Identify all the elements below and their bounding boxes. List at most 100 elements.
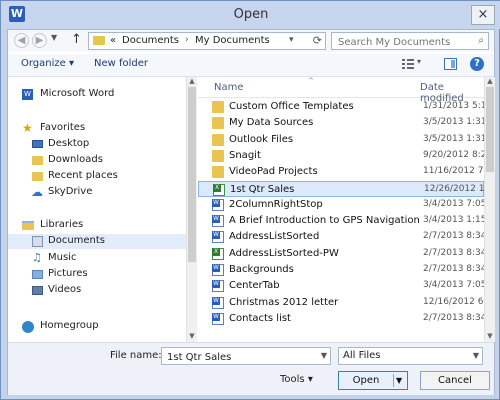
command-toolbar: Organize ▾ New folder ▾ ? <box>8 54 494 77</box>
forward-button[interactable]: ▶ <box>32 33 47 48</box>
folder-icon <box>212 166 224 179</box>
cloud-icon: ☁ <box>31 185 43 199</box>
nav-item-pictures[interactable]: Pictures <box>8 267 186 282</box>
search-icon[interactable]: ⌕ <box>478 35 484 46</box>
nav-label: Microsoft Word <box>40 88 115 99</box>
column-header: ^ Name Date modified <box>198 77 484 104</box>
nav-item-libraries[interactable]: Libraries <box>8 218 186 233</box>
file-name: Outlook Files <box>229 133 294 145</box>
breadcrumb-separator-icon[interactable]: › <box>185 35 189 45</box>
file-row[interactable]: 2ColumnRightStop 3/4/2013 7:05 PM <box>198 197 484 213</box>
title-bar: W Open × <box>1 1 500 29</box>
nav-item-favorites[interactable]: ★ Favorites <box>8 121 186 136</box>
file-date-modified: 12/16/2012 6:06 PM <box>423 296 484 307</box>
excel-file-icon <box>213 183 225 196</box>
nav-item-recent-places[interactable]: Recent places <box>8 169 186 184</box>
new-folder-button[interactable]: New folder <box>94 58 148 69</box>
file-row[interactable]: Backgrounds 2/7/2013 8:34 PM <box>198 262 484 278</box>
address-row: ◀ ▶ ▼ ↑ « Documents › My Documents ▾ ⟳ ⌕ <box>8 30 494 52</box>
filename-label: File name: <box>110 350 162 361</box>
filename-combobox[interactable]: ▼ <box>161 347 331 365</box>
scrollbar-thumb[interactable] <box>486 87 494 172</box>
file-row[interactable]: AddressListSorted 2/7/2013 8:34 PM <box>198 229 484 245</box>
scroll-up-icon[interactable]: ▲ <box>187 77 197 86</box>
breadcrumb-documents[interactable]: Documents <box>122 35 179 46</box>
file-date-modified: 9/20/2012 8:23 PM <box>423 149 484 160</box>
file-date-modified: 2/7/2013 8:34 PM <box>423 247 484 258</box>
nav-label: SkyDrive <box>48 186 93 197</box>
open-dropdown-icon[interactable]: ▼ <box>396 372 402 389</box>
view-dropdown-icon[interactable]: ▾ <box>417 57 421 66</box>
word-icon: W <box>22 89 33 100</box>
breadcrumb-my-documents[interactable]: My Documents <box>195 35 270 46</box>
file-row[interactable]: Outlook Files 3/5/2013 1:31 PM <box>198 132 484 148</box>
file-date-modified: 3/4/2013 1:15 PM <box>423 215 484 226</box>
word-file-icon <box>212 264 224 276</box>
folder-icon <box>212 117 224 130</box>
organize-button[interactable]: Organize ▾ <box>21 58 74 69</box>
nav-item-microsoft-word[interactable]: W Microsoft Word <box>8 87 186 102</box>
file-name: AddressListSorted-PW <box>229 247 339 259</box>
scrollbar-thumb[interactable] <box>188 87 196 262</box>
pictures-icon <box>32 270 43 279</box>
homegroup-icon <box>22 321 34 333</box>
file-date-modified: 3/4/2013 7:05 PM <box>423 280 484 291</box>
file-name: CenterTab <box>229 280 280 292</box>
dialog-title: Open <box>233 7 269 22</box>
back-button[interactable]: ◀ <box>14 33 29 48</box>
refresh-icon[interactable]: ⟳ <box>313 34 322 47</box>
file-row[interactable]: AddressListSorted-PW 2/7/2013 8:34 PM <box>198 246 484 262</box>
preview-pane-icon[interactable] <box>444 58 457 70</box>
file-date-modified: 12/26/2012 10:2 <box>424 183 484 194</box>
file-name: 1st Qtr Sales <box>230 183 295 195</box>
word-file-icon <box>212 280 224 293</box>
search-box[interactable]: ⌕ <box>331 32 489 50</box>
nav-item-music[interactable]: ♫ Music <box>8 251 186 266</box>
file-type-select[interactable]: All Files ▼ <box>338 347 483 365</box>
filename-input[interactable] <box>165 349 319 365</box>
cancel-button[interactable]: Cancel <box>420 371 490 390</box>
file-row[interactable]: My Data Sources 3/5/2013 1:31 PM <box>198 115 484 131</box>
file-row[interactable]: VideoPad Projects 11/16/2012 7:59 PM <box>198 164 484 180</box>
nav-item-skydrive[interactable]: ☁ SkyDrive <box>8 185 186 200</box>
breadcrumb-overflow[interactable]: « <box>110 35 116 46</box>
breadcrumb-dropdown-icon[interactable]: ▾ <box>289 35 294 45</box>
file-row[interactable]: Custom Office Templates 1/31/2013 5:15 PM <box>198 99 484 115</box>
word-file-icon <box>212 198 224 211</box>
search-input[interactable] <box>336 34 470 50</box>
scroll-up-icon[interactable]: ▲ <box>485 77 495 86</box>
open-dialog: W Open × ◀ ▶ ▼ ↑ « Documents › My Docume… <box>0 0 500 400</box>
close-button[interactable]: × <box>471 5 495 25</box>
file-row[interactable]: Contacts list 2/7/2013 8:34 PM <box>198 311 484 327</box>
open-button[interactable]: Open ▼ <box>338 371 408 390</box>
file-row[interactable]: A Brief Introduction to GPS Navigation3/… <box>198 213 484 229</box>
change-view-icon[interactable] <box>402 58 415 70</box>
file-date-modified: 3/5/2013 1:31 PM <box>423 117 484 128</box>
nav-item-desktop[interactable]: Desktop <box>8 137 186 152</box>
nav-item-documents[interactable]: Documents <box>8 234 186 249</box>
file-row[interactable]: 1st Qtr Sales 12/26/2012 10:2 <box>198 180 484 197</box>
chevron-down-icon[interactable]: ▼ <box>321 351 327 360</box>
file-name: A Brief Introduction to GPS Navigation <box>229 215 420 227</box>
nav-label: Homegroup <box>40 320 99 331</box>
recent-locations-chevron-icon[interactable]: ▼ <box>51 33 57 42</box>
file-row[interactable]: CenterTab 3/4/2013 7:05 PM <box>198 278 484 294</box>
navigation-scrollbar[interactable]: ▲ ▼ <box>186 77 197 342</box>
nav-label: Desktop <box>48 138 90 149</box>
chevron-down-icon[interactable]: ▼ <box>473 351 479 360</box>
nav-label: Music <box>48 252 77 263</box>
scroll-down-icon[interactable]: ▼ <box>485 332 495 341</box>
tools-button[interactable]: Tools ▾ <box>280 374 313 385</box>
address-bar[interactable]: « Documents › My Documents ▾ ⟳ <box>88 32 326 50</box>
column-name-header[interactable]: Name <box>214 82 244 93</box>
file-row[interactable]: Christmas 2012 letter 12/16/2012 6:06 PM <box>198 295 484 311</box>
open-button-label: Open <box>352 375 380 386</box>
up-arrow-icon[interactable]: ↑ <box>71 32 82 47</box>
help-icon[interactable]: ? <box>470 57 484 71</box>
nav-item-downloads[interactable]: Downloads <box>8 153 186 168</box>
scroll-down-icon[interactable]: ▼ <box>187 332 197 341</box>
nav-item-homegroup[interactable]: Homegroup <box>8 319 186 334</box>
nav-item-videos[interactable]: Videos <box>8 283 186 298</box>
file-row[interactable]: Snagit 9/20/2012 8:23 PM <box>198 148 484 164</box>
file-list-scrollbar[interactable]: ▲ ▼ <box>484 77 495 342</box>
